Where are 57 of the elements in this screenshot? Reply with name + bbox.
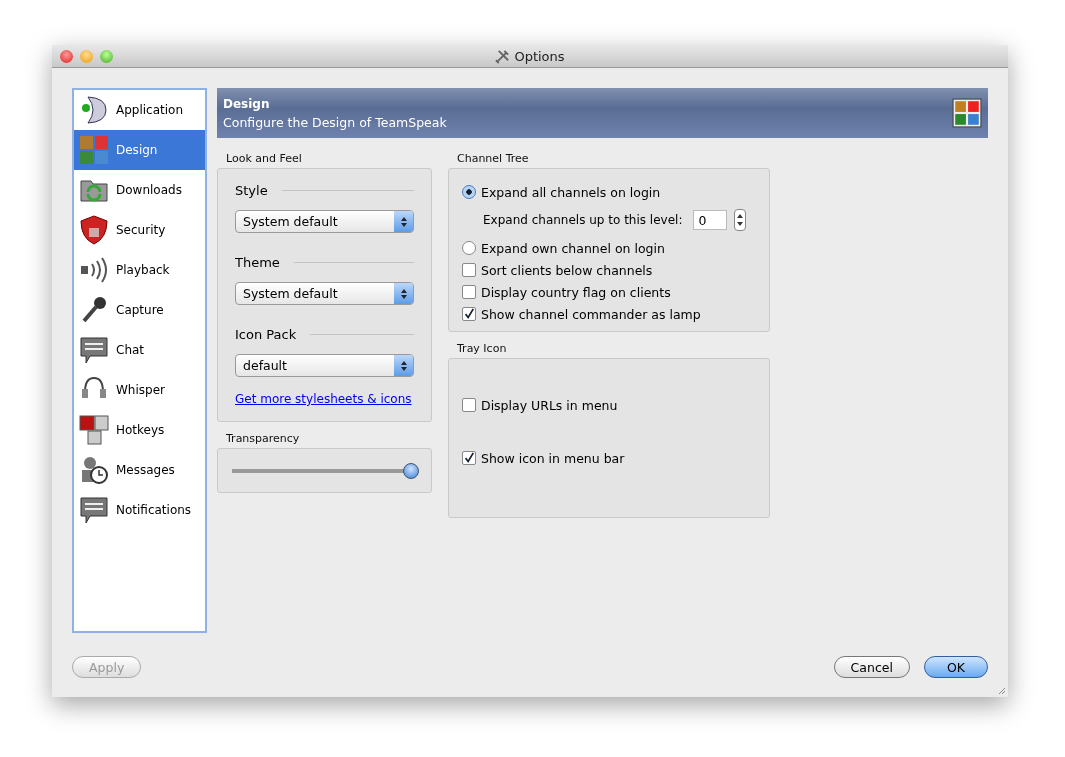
shield-icon <box>78 214 110 246</box>
checkbox[interactable] <box>462 307 476 321</box>
stepper-arrows-icon <box>736 212 745 228</box>
header-title: Design <box>223 96 271 111</box>
checkbox[interactable] <box>462 263 476 277</box>
window-title: Options <box>514 48 565 64</box>
sidebar-item[interactable]: Capture <box>74 290 205 330</box>
checkbox[interactable] <box>462 398 476 412</box>
option-label: Show channel commander as lamp <box>481 306 701 322</box>
radio-button[interactable] <box>462 185 476 199</box>
header-subtitle: Configure the Design of TeamSpeak <box>223 114 447 130</box>
option-label: Expand own channel on login <box>481 240 665 256</box>
group-title: Transparency <box>225 432 301 447</box>
sidebar-item[interactable]: Hotkeys <box>74 410 205 450</box>
stepper-arrows-icon <box>394 211 413 232</box>
color-grid-icon <box>952 98 982 128</box>
dropdown[interactable]: System default <box>235 282 414 305</box>
sidebar-item[interactable]: Playback <box>74 250 205 290</box>
color-grid-icon <box>78 134 110 166</box>
sidebar-item[interactable]: Whisper <box>74 370 205 410</box>
stylesheets-link[interactable]: Get more stylesheets & icons <box>235 391 412 409</box>
select-label: Style <box>235 183 268 198</box>
option-label: Display country flag on clients <box>481 284 671 300</box>
stepper-button[interactable] <box>734 209 747 231</box>
dialog-button[interactable]: OK <box>923 656 988 678</box>
slider-thumb[interactable] <box>403 462 420 479</box>
sidebar-item[interactable]: Messages <box>74 450 205 490</box>
checkbox[interactable] <box>462 285 476 299</box>
option-label: Expand all channels on login <box>481 184 661 200</box>
option-label: Show icon in menu bar <box>481 450 625 466</box>
checkbox[interactable] <box>462 451 476 465</box>
stepper-arrows-icon <box>394 355 413 376</box>
group-title: Channel Tree <box>456 152 530 167</box>
dialog-button[interactable]: Cancel <box>833 656 910 678</box>
sidebar-item[interactable]: Application <box>74 90 205 130</box>
option-label: Sort clients below channels <box>481 262 653 278</box>
close-button[interactable] <box>60 49 73 63</box>
sidebar-item[interactable]: Design <box>74 130 205 170</box>
sidebar-item[interactable]: Security <box>74 210 205 250</box>
sidebar-item[interactable]: Notifications <box>74 490 205 530</box>
sidebar-item[interactable]: Downloads <box>74 170 205 210</box>
speech-bubble-icon <box>78 494 110 526</box>
field-label: Expand channels up to this level: <box>483 213 683 227</box>
level-input-field[interactable]: 0 <box>693 210 728 230</box>
select-label: Icon Pack <box>235 327 297 342</box>
tools-icon <box>495 48 511 64</box>
group-title: Look and Feel <box>225 152 303 167</box>
group-title: Tray Icon <box>456 342 508 357</box>
sidebar-item[interactable]: Chat <box>74 330 205 370</box>
speech-bubble-icon <box>78 334 110 366</box>
option-label: Display URLs in menu <box>481 397 618 413</box>
select-label: Theme <box>235 255 280 270</box>
resize-grip-icon[interactable] <box>996 685 1006 695</box>
dropdown[interactable]: default <box>235 354 414 377</box>
stepper-arrows-icon <box>394 283 413 304</box>
dropdown[interactable]: System default <box>235 210 414 233</box>
radio-button[interactable] <box>462 241 476 255</box>
